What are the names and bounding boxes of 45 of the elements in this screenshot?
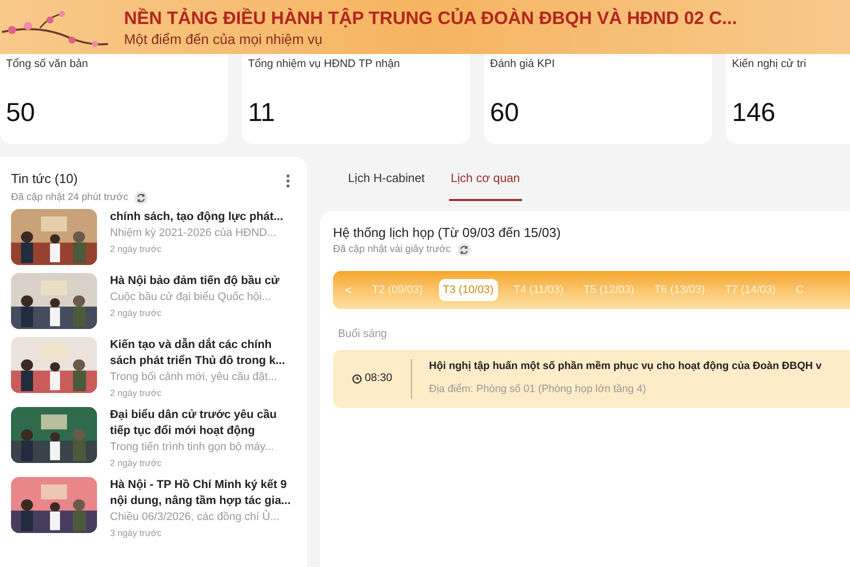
clock-icon bbox=[352, 374, 362, 384]
schedule-title: Hệ thống lịch họp (Từ 09/03 đến 15/03) bbox=[333, 225, 562, 241]
stat-label: Tổng nhiệm vụ HĐND TP nhận bbox=[248, 57, 401, 72]
stat-value: 60 bbox=[490, 96, 520, 128]
news-item[interactable]: Đại biểu dân cử trước yêu cầu tiếp tục đổi mới hoạt động Trong tiến trình tinh gọn bộ máy... 2 ngày trước bbox=[11, 407, 297, 469]
event-time: 08:30 bbox=[364, 371, 392, 386]
news-item-summary: Trong bối cảnh mới, yêu cầu đặt... bbox=[110, 370, 278, 384]
event-title: Hội nghị tập huấn một số phần mềm phục vụ cho hoạt động của Đoàn ĐBQH v bbox=[429, 359, 822, 374]
news-updated: Đã cập nhật 24 phút trước bbox=[11, 191, 128, 205]
refresh-icon[interactable] bbox=[134, 190, 148, 204]
news-item-summary: Trong tiến trình tinh gọn bộ máy... bbox=[110, 440, 275, 454]
more-menu-icon[interactable] bbox=[285, 173, 291, 189]
news-item-time: 3 ngày trước bbox=[110, 527, 162, 539]
news-item[interactable]: Kiến tạo và dẫn dắt các chính sách phát triển Thủ đô trong k... Trong bối cảnh mới, yêu cầu đặt... 2 ngày trước bbox=[11, 337, 297, 399]
news-item-time: 2 ngày trước bbox=[110, 457, 162, 469]
stat-value: 146 bbox=[732, 96, 776, 128]
news-item[interactable]: Hà Nội bảo đảm tiến độ bầu cử Cuộc bầu cử đại biểu Quốc hội... 2 ngày trước bbox=[11, 273, 297, 329]
news-item-title: chính sách, tạo động lực phát... bbox=[110, 210, 284, 225]
news-item-summary: Nhiệm kỳ 2021-2026 của HĐND... bbox=[110, 226, 278, 240]
tab[interactable]: Lịch H-cabinet bbox=[346, 169, 427, 201]
news-item[interactable]: chính sách, tạo động lực phát... Nhiệm kỳ 2021-2026 của HĐND... 2 ngày trước bbox=[11, 209, 297, 265]
tab[interactable]: Lịch cơ quan bbox=[448, 169, 522, 201]
news-item-summary: Cuộc bầu cử đại biểu Quốc hội... bbox=[110, 290, 272, 304]
news-item-time: 2 ngày trước bbox=[110, 307, 162, 319]
stat-label: Kiến nghị cử tri bbox=[732, 57, 808, 72]
news-item-time: 2 ngày trước bbox=[110, 387, 162, 399]
refresh-icon[interactable] bbox=[456, 242, 471, 256]
schedule-updated: Đã cập nhật vài giây trước bbox=[333, 243, 451, 257]
stat-value: 50 bbox=[6, 96, 36, 128]
news-item-title: Đại biểu dân cử trước yêu cầu tiếp tục đổi mới hoạt động bbox=[110, 408, 278, 439]
news-item[interactable]: Hà Nội - TP Hồ Chí Minh ký kết 9 nội dung, nâng tầm hợp tác gia... Chiều 06/3/2026, các đồng chí Ủ... 3 ngày trước bbox=[11, 477, 297, 539]
stat-label: Đánh giá KPI bbox=[490, 57, 556, 72]
stat-label: Tổng số văn bản bbox=[6, 57, 89, 72]
header-title: NỀN TẢNG ĐIỀU HÀNH TẬP TRUNG CỦA ĐOÀN ĐBQH VÀ HĐND 02 C... bbox=[124, 6, 738, 30]
news-item-title: Hà Nội bảo đảm tiến độ bầu cử bbox=[110, 274, 280, 289]
header-subtitle: Một điểm đến của mọi nhiệm vụ bbox=[124, 30, 324, 48]
section-label: Buổi sáng bbox=[338, 327, 388, 342]
news-item-title: Hà Nội - TP Hồ Chí Minh ký kết 9 nội dung, nâng tầm hợp tác gia... bbox=[110, 478, 292, 509]
event-location: Địa điểm: Phòng số 01 (Phòng họp lớn tầng 4) bbox=[429, 382, 648, 397]
news-item-title: Kiến tạo và dẫn dắt các chính sách phát triển Thủ đô trong k... bbox=[110, 337, 286, 369]
news-item-time: 2 ngày trước bbox=[110, 243, 162, 255]
news-title: Tin tức (10) bbox=[11, 171, 78, 187]
news-item-summary: Chiều 06/3/2026, các đồng chí Ủ... bbox=[110, 510, 280, 524]
event-card[interactable]: 08:30 Hội nghị tập huấn một số phần mềm phục vụ cho hoạt động của Đoàn ĐBQH v Địa điểm: Phòng số 01 (Phòng họp lớn tầng 4) bbox=[333, 350, 850, 408]
stat-value: 11 bbox=[248, 96, 276, 128]
